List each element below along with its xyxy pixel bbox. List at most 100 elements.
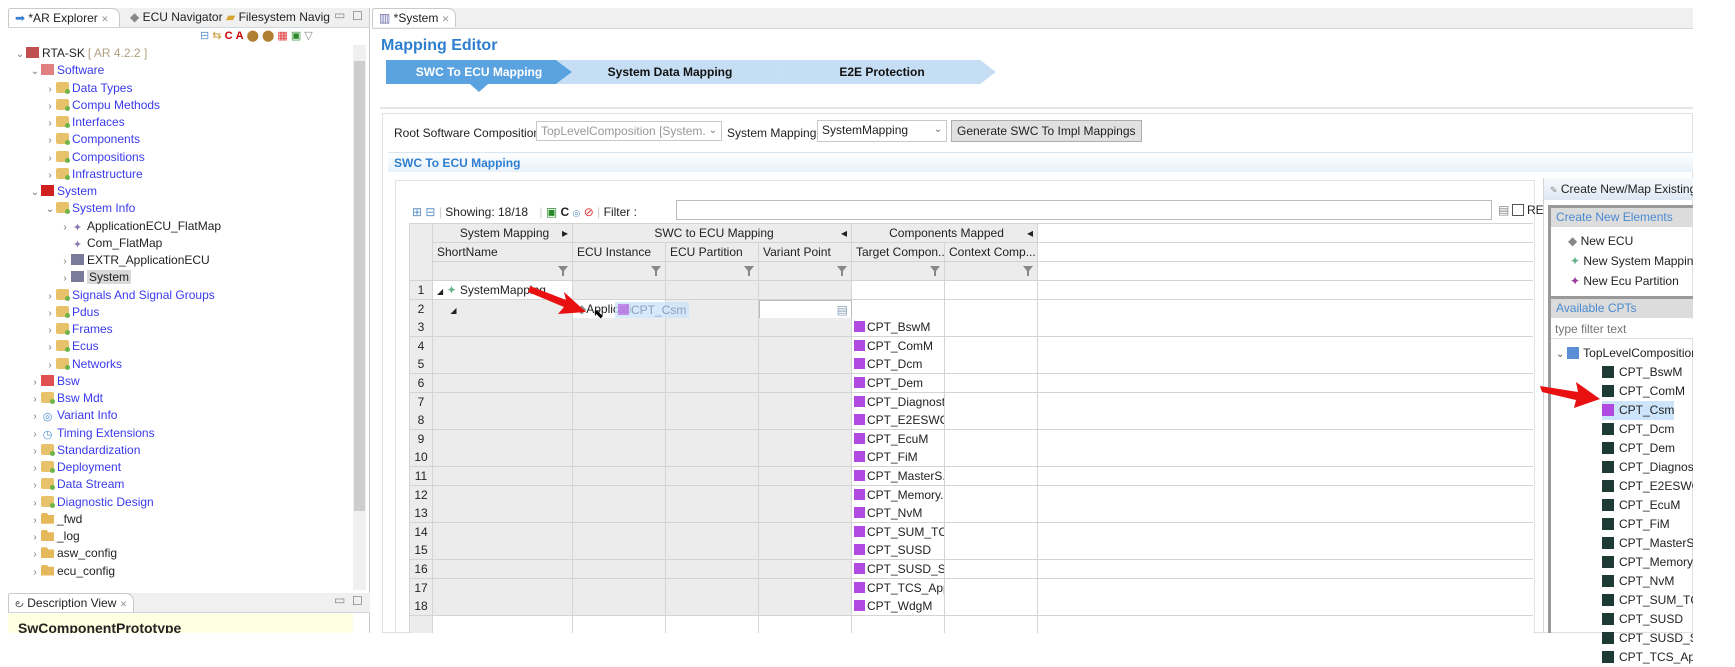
chevron-right-icon[interactable]: › xyxy=(29,477,41,494)
grid-icon[interactable]: ▦ xyxy=(277,30,287,42)
table-cell[interactable] xyxy=(759,392,852,412)
chevron-right-icon[interactable]: › xyxy=(44,132,56,149)
tab-filesystem-navigator[interactable]: ▰ Filesystem Navig xyxy=(220,8,336,27)
cpt-tree-item[interactable]: CPT_Dcm xyxy=(1602,420,1674,439)
table-cell[interactable] xyxy=(759,374,852,393)
expand-all-icon[interactable]: ⊞ xyxy=(412,205,422,219)
tree-item[interactable]: › Data Stream xyxy=(29,476,124,493)
table-cell[interactable] xyxy=(433,504,573,524)
table-cell[interactable] xyxy=(852,281,945,300)
target-component-cell[interactable]: CPT_SUM_TCS xyxy=(852,522,945,542)
table-cell[interactable] xyxy=(666,318,759,338)
table-cell[interactable] xyxy=(945,541,1038,561)
chevron-right-icon[interactable]: › xyxy=(29,391,41,408)
table-cell[interactable] xyxy=(573,485,666,505)
chevron-right-icon[interactable]: › xyxy=(44,81,56,98)
column-header[interactable]: ECU Instance xyxy=(573,243,666,262)
variant-point-cell[interactable]: ▤ xyxy=(759,299,852,319)
table-cell[interactable] xyxy=(759,448,852,468)
vp-icon[interactable]: ▣ xyxy=(291,30,301,42)
chevron-down-icon[interactable]: ⌄ xyxy=(44,201,56,218)
table-cell[interactable] xyxy=(666,615,759,633)
tree-item[interactable]: › System xyxy=(59,269,132,286)
target-component-cell[interactable]: CPT_TCS_Appl... xyxy=(852,578,945,598)
table-cell[interactable] xyxy=(666,411,759,431)
table-cell[interactable] xyxy=(759,504,852,524)
table-cell[interactable] xyxy=(945,615,1038,633)
table-cell[interactable] xyxy=(759,336,852,356)
tree-item[interactable]: › Pdus xyxy=(44,304,99,321)
cpt-tree-item[interactable]: CPT_FiM xyxy=(1602,515,1670,534)
table-cell[interactable] xyxy=(945,485,1038,505)
table-cell[interactable] xyxy=(433,597,573,617)
table-cell[interactable] xyxy=(759,318,852,338)
group-header[interactable]: SWC to ECU Mapping ◂ xyxy=(573,224,852,243)
table-cell[interactable] xyxy=(433,541,573,561)
table-cell[interactable] xyxy=(945,429,1038,449)
target-component-cell[interactable]: CPT_Dem xyxy=(852,374,945,393)
table-cell[interactable] xyxy=(759,467,852,486)
table-cell[interactable] xyxy=(759,485,852,505)
filter-funnel-icon[interactable] xyxy=(744,266,754,276)
tree-item[interactable]: › Compositions xyxy=(44,149,144,166)
chevron-down-icon[interactable]: ⌄ xyxy=(14,46,26,63)
chevron-right-icon[interactable]: › xyxy=(29,443,41,460)
tree-item[interactable]: › _fwd xyxy=(29,511,82,528)
table-cell[interactable] xyxy=(945,299,1038,319)
cpt-filter-input[interactable] xyxy=(1551,319,1693,339)
table-cell[interactable] xyxy=(759,522,852,542)
table-cell[interactable] xyxy=(759,429,852,449)
cpt-tree-item[interactable]: CPT_NvM xyxy=(1602,572,1674,591)
minimize-icon[interactable]: ▭ xyxy=(334,8,345,22)
cpt-tree-item[interactable]: CPT_MasterSWC xyxy=(1602,534,1693,553)
table-cell[interactable] xyxy=(1038,578,1533,598)
table-cell[interactable] xyxy=(433,615,573,633)
table-cell[interactable] xyxy=(433,336,573,356)
new-ecu-button[interactable]: ◆ New ECU xyxy=(1568,234,1633,248)
cpt-tree-item[interactable]: CPT_MemorySWC xyxy=(1602,553,1693,572)
chevron-down-icon[interactable]: ⌄ xyxy=(29,184,41,201)
chevron-right-icon[interactable]: › xyxy=(44,288,56,305)
tree-item[interactable]: › Frames xyxy=(44,321,112,338)
group-header[interactable]: Components Mapped ◂ xyxy=(852,224,1038,243)
table-cell[interactable] xyxy=(945,578,1038,598)
chevron-right-icon[interactable]: › xyxy=(29,426,41,443)
chevron-right-icon[interactable]: › xyxy=(59,219,71,236)
target-component-cell[interactable]: CPT_Memory... xyxy=(852,485,945,505)
cpt-tree-item[interactable]: CPT_DiagnosticSWC xyxy=(1602,458,1693,477)
excel-export-icon[interactable]: ▣ xyxy=(546,205,557,219)
tree-item[interactable]: › Interfaces xyxy=(44,114,124,131)
table-cell[interactable] xyxy=(1038,504,1533,524)
collapse-triangle-icon[interactable]: ◢ xyxy=(450,306,456,315)
table-cell[interactable] xyxy=(759,411,852,431)
c-filter-icon[interactable]: C xyxy=(225,30,233,42)
tree-item[interactable]: ⌄ Software xyxy=(29,62,105,79)
clear-input-icon[interactable]: ▤ xyxy=(1498,203,1509,217)
table-cell[interactable] xyxy=(573,597,666,617)
tree-item[interactable]: › Standardization xyxy=(29,442,140,459)
close-icon[interactable]: ✕ xyxy=(442,14,450,24)
table-cell[interactable] xyxy=(573,355,666,375)
table-cell[interactable] xyxy=(573,615,666,633)
collapse-triangle-icon[interactable]: ◢ xyxy=(437,287,443,296)
table-cell[interactable] xyxy=(1038,597,1533,617)
filter-funnel-icon[interactable] xyxy=(651,266,661,276)
table-cell[interactable] xyxy=(433,318,573,338)
cpt-tree-item[interactable]: CPT_SUSD_SWC xyxy=(1602,629,1693,648)
collapse-all-icon[interactable]: ⊟ xyxy=(200,30,209,42)
step-system-data-mapping[interactable]: System Data Mapping xyxy=(556,60,784,84)
column-header[interactable]: Context Comp... xyxy=(945,243,1038,262)
tree-scrollbar[interactable] xyxy=(353,45,366,590)
table-cell[interactable] xyxy=(1038,355,1533,375)
link-icon[interactable]: ⇆ xyxy=(212,30,221,42)
new-system-mapping-button[interactable]: ✦ New System Mapping xyxy=(1570,254,1693,268)
table-cell[interactable] xyxy=(573,467,666,486)
table-cell[interactable] xyxy=(945,504,1038,524)
table-cell[interactable] xyxy=(433,448,573,468)
table-cell[interactable] xyxy=(573,541,666,561)
target-component-cell[interactable]: CPT_WdgM xyxy=(852,597,945,617)
table-cell[interactable] xyxy=(945,374,1038,393)
minimize-icon[interactable]: ▭ xyxy=(334,593,345,607)
table-cell[interactable] xyxy=(666,448,759,468)
table-cell[interactable] xyxy=(573,448,666,468)
